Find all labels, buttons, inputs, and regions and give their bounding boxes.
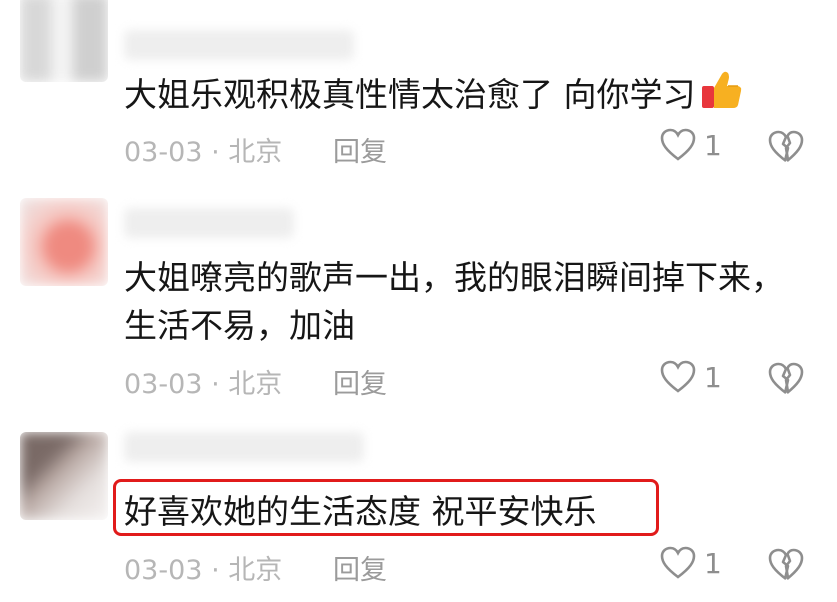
comment-item: 大姐乐观积极真性情太治愈了 向你学习 03-03 · 北京 回复 1 — [0, 0, 837, 190]
thumbs-up-icon — [700, 68, 744, 125]
avatar[interactable] — [20, 432, 108, 520]
like-count: 1 — [704, 128, 722, 162]
broken-heart-icon — [768, 362, 804, 395]
meta-separator: · — [211, 555, 220, 586]
comment-location: 北京 — [228, 137, 283, 168]
like-button[interactable]: 1 — [660, 128, 722, 162]
broken-heart-icon — [768, 548, 804, 581]
comment-text: 大姐乐观积极真性情太治愈了 向你学习 — [124, 68, 744, 125]
username-blurred[interactable] — [124, 208, 294, 238]
comment-item: 大姐嘹亮的歌声一出，我的眼泪瞬间掉下来， 生活不易，加油 03-03 · 北京 … — [0, 190, 837, 410]
highlight-box — [113, 479, 659, 536]
comment-location: 北京 — [228, 555, 283, 586]
username-blurred[interactable] — [124, 30, 354, 60]
dislike-button[interactable] — [768, 130, 804, 168]
comment-meta: 03-03 · 北京 — [124, 548, 282, 587]
comment-location: 北京 — [228, 369, 283, 400]
comment-text-line: 生活不易，加油 — [124, 306, 355, 345]
like-button[interactable]: 1 — [660, 546, 722, 580]
comment-date: 03-03 — [124, 555, 203, 586]
broken-heart-icon — [768, 130, 804, 163]
like-button[interactable]: 1 — [660, 360, 722, 394]
comment-meta: 03-03 · 北京 — [124, 362, 282, 401]
meta-separator: · — [211, 137, 220, 168]
heart-icon — [660, 360, 696, 393]
comment-date: 03-03 — [124, 369, 203, 400]
reply-button[interactable]: 回复 — [333, 362, 387, 401]
heart-icon — [660, 546, 696, 579]
dislike-button[interactable] — [768, 362, 804, 400]
meta-separator: · — [211, 369, 220, 400]
comment-text-line: 大姐嘹亮的歌声一出，我的眼泪瞬间掉下来， — [124, 258, 784, 297]
reply-button[interactable]: 回复 — [333, 548, 387, 587]
reply-button[interactable]: 回复 — [333, 130, 387, 169]
comment-text-line: 大姐乐观积极真性情太治愈了 向你学习 — [124, 75, 696, 114]
avatar[interactable] — [20, 198, 108, 286]
like-count: 1 — [704, 360, 722, 394]
avatar[interactable] — [20, 0, 108, 82]
comment-meta: 03-03 · 北京 — [124, 130, 282, 169]
dislike-button[interactable] — [768, 548, 804, 586]
username-blurred[interactable] — [124, 432, 364, 462]
heart-icon — [660, 128, 696, 161]
like-count: 1 — [704, 546, 722, 580]
comment-text: 大姐嘹亮的歌声一出，我的眼泪瞬间掉下来， 生活不易，加油 — [124, 254, 784, 350]
comment-date: 03-03 — [124, 137, 203, 168]
